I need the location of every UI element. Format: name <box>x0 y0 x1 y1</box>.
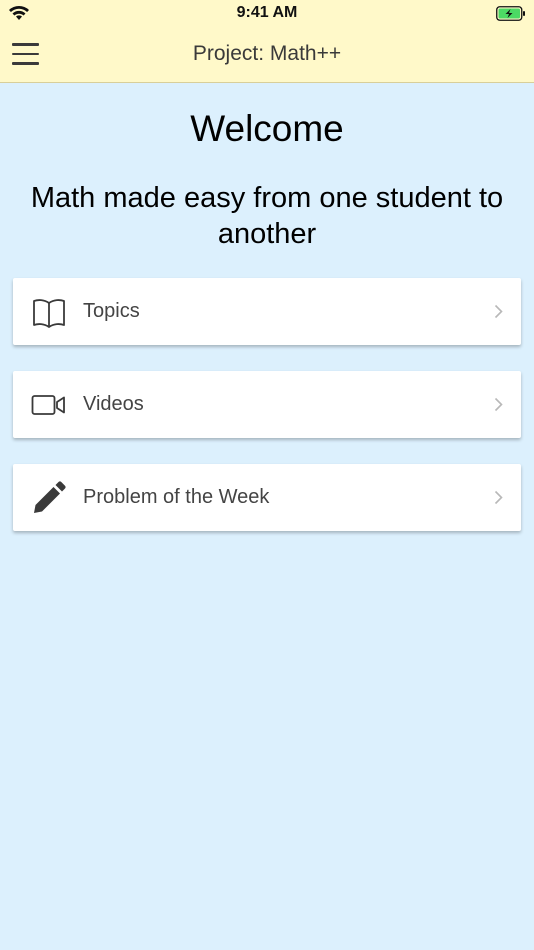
problem-of-the-week-label: Problem of the Week <box>83 486 270 508</box>
pencil-icon <box>34 481 66 513</box>
status-time: 9:41 AM <box>236 4 298 21</box>
chevron-right-icon <box>494 304 503 319</box>
status-bar: 9:41 AM <box>0 0 534 28</box>
chevron-right-icon <box>494 397 503 412</box>
book-icon <box>33 299 65 328</box>
chevron-right-icon <box>494 490 503 505</box>
topics-button[interactable]: Topics <box>13 278 521 345</box>
topics-label: Topics <box>83 300 140 322</box>
videos-label: Videos <box>83 393 144 415</box>
nav-bar: Project: Math++ <box>0 28 534 83</box>
nav-title: Project: Math++ <box>192 42 342 65</box>
videos-button[interactable]: Videos <box>13 371 521 438</box>
battery-charging-icon <box>496 6 525 21</box>
problem-of-the-week-button[interactable]: Problem of the Week <box>13 464 521 531</box>
page-title: Welcome <box>190 108 344 149</box>
video-camera-icon <box>31 395 65 415</box>
page-subtitle: Math made easy from one student to anoth… <box>30 182 504 250</box>
